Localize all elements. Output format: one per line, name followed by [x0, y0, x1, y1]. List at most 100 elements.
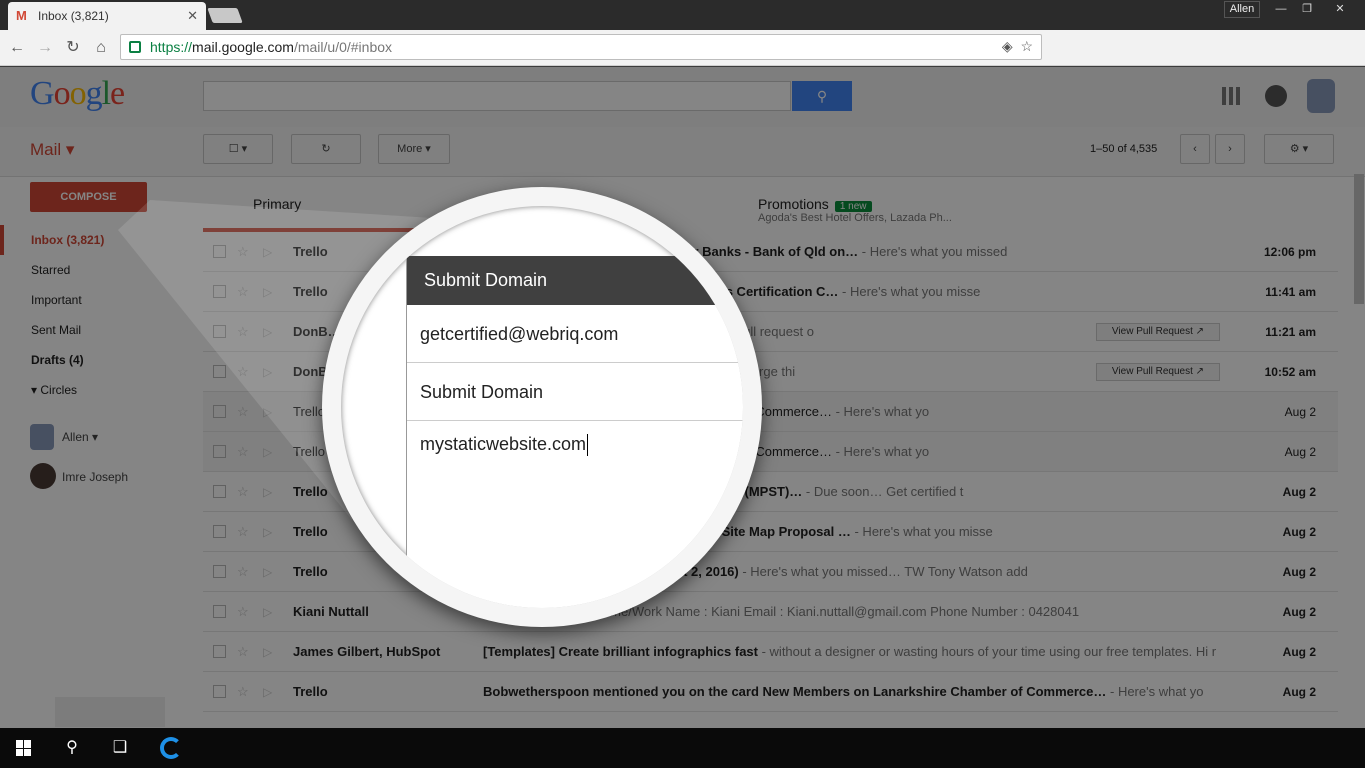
message-body-field[interactable]: mystaticwebsite.com: [407, 421, 743, 561]
important-marker-icon[interactable]: ▷: [263, 512, 272, 552]
nav-drafts[interactable]: Drafts (4): [0, 345, 195, 375]
hangouts-profile[interactable]: Allen ▾: [30, 422, 190, 452]
star-icon[interactable]: ☆: [237, 272, 249, 312]
nav-circles[interactable]: ▾ Circles: [0, 375, 195, 405]
forward-icon[interactable]: →: [34, 37, 56, 59]
home-icon[interactable]: ⌂: [90, 37, 112, 59]
row-subject-text: Bobwetherspoon mentioned you on the card…: [483, 684, 1107, 699]
row-snippet: - Here's what yo: [1106, 684, 1204, 699]
important-marker-icon[interactable]: ▷: [263, 392, 272, 432]
important-marker-icon[interactable]: ▷: [263, 592, 272, 632]
reload-icon[interactable]: ↻: [62, 37, 84, 59]
new-tab-button[interactable]: [207, 8, 243, 23]
gmail-icon: M: [16, 8, 27, 23]
row-checkbox[interactable]: [213, 285, 226, 298]
apps-grid-icon[interactable]: [1222, 87, 1240, 105]
url-host: mail.google.com: [192, 39, 294, 55]
row-checkbox[interactable]: [213, 685, 226, 698]
google-logo[interactable]: Google: [30, 75, 125, 113]
search-input[interactable]: [203, 81, 791, 111]
row-snippet: - Due soon… Get certified t: [802, 484, 964, 499]
close-icon[interactable]: ✕: [187, 8, 198, 24]
important-marker-icon[interactable]: ▷: [263, 632, 272, 672]
nav-important[interactable]: Important: [0, 285, 195, 315]
row-date: Aug 2: [1282, 645, 1316, 659]
browser-tab[interactable]: M Inbox (3,821) ✕: [8, 2, 206, 30]
row-checkbox[interactable]: [213, 645, 226, 658]
mail-switcher[interactable]: Mail ▾: [30, 140, 74, 160]
star-icon[interactable]: ☆: [237, 432, 249, 472]
address-bar[interactable]: https:// mail.google.com /mail/u/0/#inbo…: [120, 34, 1042, 60]
important-marker-icon[interactable]: ▷: [263, 272, 272, 312]
row-date: 11:41 am: [1265, 285, 1316, 299]
important-marker-icon[interactable]: ▷: [263, 312, 272, 352]
search-button[interactable]: ⚲: [792, 81, 852, 111]
star-icon[interactable]: ☆: [237, 672, 249, 712]
minimize-button[interactable]: —: [1268, 0, 1294, 18]
next-page-button[interactable]: ›: [1215, 134, 1245, 164]
compose-button[interactable]: COMPOSE: [30, 182, 147, 212]
important-marker-icon[interactable]: ▷: [263, 232, 272, 272]
row-checkbox[interactable]: [213, 325, 226, 338]
important-marker-icon[interactable]: ▷: [263, 552, 272, 592]
table-row[interactable]: ☆ ▷ James Gilbert, HubSpot [Templates] Crea…: [203, 632, 1338, 672]
row-checkbox[interactable]: [213, 365, 226, 378]
restore-button[interactable]: ❐: [1294, 0, 1320, 18]
refresh-button[interactable]: ↻: [291, 134, 361, 164]
settings-gear-button[interactable]: ⚙ ▾: [1264, 134, 1334, 164]
row-checkbox[interactable]: [213, 405, 226, 418]
star-icon[interactable]: ☆: [237, 472, 249, 512]
star-icon[interactable]: ☆: [237, 392, 249, 432]
star-icon[interactable]: ☆: [237, 232, 249, 272]
new-badge: 1 new: [834, 201, 872, 212]
important-marker-icon[interactable]: ▷: [263, 672, 272, 712]
window-close-button[interactable]: ✕: [1327, 0, 1353, 18]
gmail-header: Google ⚲: [0, 67, 1365, 127]
select-all-checkbox[interactable]: ☐ ▾: [203, 134, 273, 164]
profile-button[interactable]: Allen: [1224, 1, 1260, 18]
nav-sent[interactable]: Sent Mail: [0, 315, 195, 345]
row-checkbox[interactable]: [213, 245, 226, 258]
star-icon[interactable]: ☆: [237, 632, 249, 672]
important-marker-icon[interactable]: ▷: [263, 352, 272, 392]
row-subject: [Templates] Create brilliant infographic…: [483, 632, 1223, 672]
star-icon[interactable]: ☆: [237, 592, 249, 632]
search-icon[interactable]: ⚲: [62, 738, 82, 758]
more-button[interactable]: More ▾: [378, 134, 450, 164]
nav-inbox[interactable]: Inbox (3,821): [0, 225, 195, 255]
star-icon[interactable]: ☆: [237, 352, 249, 392]
row-checkbox[interactable]: [213, 525, 226, 538]
row-checkbox[interactable]: [213, 565, 226, 578]
subject-field[interactable]: Submit Domain: [407, 363, 743, 421]
prev-page-button[interactable]: ‹: [1180, 134, 1210, 164]
notifications-icon[interactable]: [1265, 85, 1287, 107]
hangouts-contact[interactable]: Imre Joseph: [30, 462, 200, 492]
important-marker-icon[interactable]: ▷: [263, 432, 272, 472]
to-field[interactable]: getcertified@webriq.com: [407, 305, 743, 363]
table-row[interactable]: ☆ ▷ Kiani Nuttall Kiani Nuttall Stage Name/…: [203, 592, 1338, 632]
account-avatar[interactable]: [1307, 79, 1335, 113]
table-row[interactable]: ☆▷Trello…wthpine since 3:26 PM (August 2…: [203, 552, 1338, 592]
windows-start-icon[interactable]: [16, 740, 32, 756]
back-icon[interactable]: ←: [6, 37, 28, 59]
tab-promotions[interactable]: Promotions 1 new Agoda's Best Hotel Offer…: [708, 182, 978, 232]
edge-browser-icon[interactable]: [160, 737, 182, 759]
star-icon[interactable]: ☆: [237, 552, 249, 592]
bookmark-star-icon[interactable]: ☆: [1020, 38, 1033, 54]
star-icon[interactable]: ☆: [237, 312, 249, 352]
star-icon[interactable]: ☆: [237, 512, 249, 552]
scrollbar[interactable]: [1354, 174, 1364, 304]
extension-icon[interactable]: ◈: [1002, 38, 1013, 54]
tab-primary-label: Primary: [253, 196, 302, 212]
table-row[interactable]: ☆ ▷ Trello Bobwetherspoon mentioned you on …: [203, 672, 1338, 712]
nav-starred[interactable]: Starred: [0, 255, 195, 285]
row-checkbox[interactable]: [213, 605, 226, 618]
row-checkbox[interactable]: [213, 445, 226, 458]
row-sender: Trello: [293, 684, 328, 699]
row-checkbox[interactable]: [213, 485, 226, 498]
row-snippet: - Here's what yo: [831, 404, 930, 419]
task-view-icon[interactable]: ❑: [110, 738, 130, 758]
view-pull-request-button[interactable]: View Pull Request ↗: [1096, 323, 1220, 341]
important-marker-icon[interactable]: ▷: [263, 472, 272, 512]
view-pull-request-button[interactable]: View Pull Request ↗: [1096, 363, 1220, 381]
